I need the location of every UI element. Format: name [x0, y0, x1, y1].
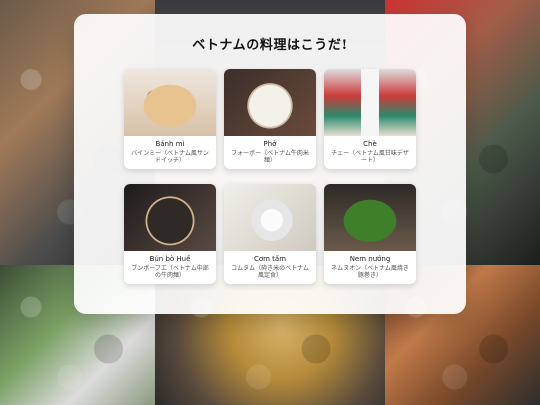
dish-description: ネムヌオン（ベトナム風焼き豚巻き）	[331, 264, 409, 279]
dish-name: Phở	[263, 140, 277, 148]
dish-grid: Bánh mì バインミー（ベトナム風サンドイッチ） Phở フォーボー（ベトナ…	[124, 69, 416, 299]
nem-nuong-photo	[324, 184, 416, 251]
dish-text: Chè チェー（ベトナム風甘味デザート）	[324, 136, 416, 164]
dish-description: コムタム（砕き米のベトナム風定食）	[231, 264, 309, 279]
dish-card[interactable]: Chè チェー（ベトナム風甘味デザート）	[324, 69, 416, 169]
pho-photo	[224, 69, 316, 136]
dish-panel: ベトナムの料理はこうだ! Bánh mì バインミー（ベトナム風サンドイッチ） …	[74, 14, 466, 314]
dish-text: Bún bò Huế ブンボーフエ（ベトナム中部の牛肉麺）	[124, 251, 216, 279]
dish-description: ブンボーフエ（ベトナム中部の牛肉麺）	[131, 264, 209, 279]
dish-name: Bánh mì	[155, 140, 185, 148]
dish-name: Bún bò Huế	[149, 255, 191, 263]
dish-description: フォーボー（ベトナム牛肉米麺）	[231, 149, 309, 164]
dish-text: Cơm tấm コムタム（砕き米のベトナム風定食）	[224, 251, 316, 279]
dish-card[interactable]: Nem nướng ネムヌオン（ベトナム風焼き豚巻き）	[324, 184, 416, 284]
dish-card[interactable]: Bánh mì バインミー（ベトナム風サンドイッチ）	[124, 69, 216, 169]
dish-name: Chè	[363, 140, 377, 148]
dish-text: Bánh mì バインミー（ベトナム風サンドイッチ）	[124, 136, 216, 164]
dish-name: Nem nướng	[349, 255, 391, 263]
dish-name: Cơm tấm	[253, 255, 287, 263]
dish-text: Phở フォーボー（ベトナム牛肉米麺）	[224, 136, 316, 164]
dish-card[interactable]: Bún bò Huế ブンボーフエ（ベトナム中部の牛肉麺）	[124, 184, 216, 284]
che-photo	[324, 69, 416, 136]
com-tam-photo	[224, 184, 316, 251]
dish-text: Nem nướng ネムヌオン（ベトナム風焼き豚巻き）	[324, 251, 416, 279]
dish-card[interactable]: Phở フォーボー（ベトナム牛肉米麺）	[224, 69, 316, 169]
bun-bo-hue-photo	[124, 184, 216, 251]
dish-card[interactable]: Cơm tấm コムタム（砕き米のベトナム風定食）	[224, 184, 316, 284]
dish-description: チェー（ベトナム風甘味デザート）	[331, 149, 409, 164]
banh-mi-photo	[124, 69, 216, 136]
dish-description: バインミー（ベトナム風サンドイッチ）	[131, 149, 209, 164]
page-title: ベトナムの料理はこうだ!	[192, 38, 348, 53]
